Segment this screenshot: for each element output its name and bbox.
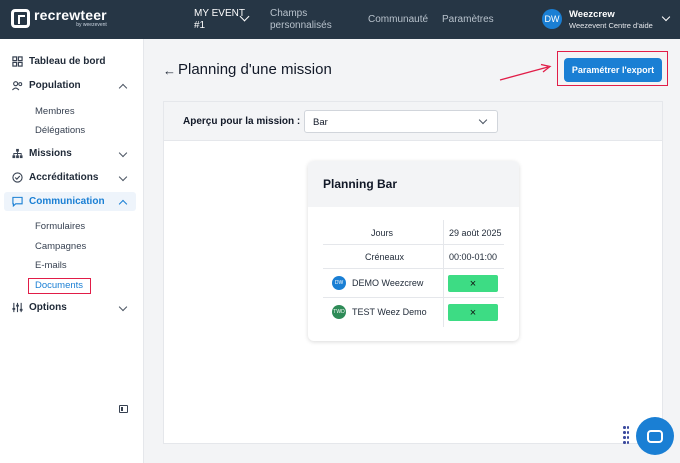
sidebar-item-communication[interactable]: Communication [12, 196, 105, 207]
chat-support-button[interactable] [636, 417, 674, 455]
sidebar-item-emails[interactable]: E-mails [35, 260, 67, 271]
brand-sub: by weezevent [76, 22, 107, 28]
event-selector[interactable]: MY EVENT #1 [194, 8, 245, 32]
drag-handle-icon[interactable] [623, 426, 629, 444]
chevron-down-icon[interactable] [661, 12, 671, 22]
table-row: DW DEMO Weezcrew × [323, 269, 504, 298]
documents-highlight-box [28, 278, 91, 294]
slot-assigned-cell[interactable]: × [448, 304, 498, 321]
back-arrow-icon[interactable]: ← [163, 63, 176, 78]
mission-select-value: Bar [313, 117, 328, 128]
logo-icon [11, 8, 30, 28]
sidebar-collapse-icon[interactable] [119, 405, 128, 413]
nav-parametres[interactable]: Paramètres [442, 14, 494, 26]
chevron-up-icon[interactable] [118, 83, 128, 93]
nav-champs-personnalises[interactable]: Champs personnalisés [270, 8, 332, 32]
member-name: TEST Weez Demo [352, 307, 427, 317]
preview-header: Aperçu pour la mission : Bar [164, 102, 662, 141]
sidebar-item-accreditations[interactable]: Accréditations [12, 172, 98, 183]
table-row-jours: Jours 29 août 2025 [323, 220, 504, 245]
table-row-creneaux: Créneaux 00:00-01:00 [323, 245, 504, 269]
event-number: #1 [194, 20, 206, 31]
user-org: Weezevent Centre d'aide [569, 21, 653, 30]
member-name: DEMO Weezcrew [352, 278, 424, 288]
sidebar-item-population[interactable]: Population [12, 80, 81, 91]
sidebar: Tableau de bord Population Membres Délég… [0, 39, 144, 463]
grid-icon [12, 56, 23, 67]
slot-assigned-cell[interactable]: × [448, 275, 498, 292]
brand-name: recrewteer [34, 7, 107, 23]
page-title: Planning d'une mission [178, 61, 332, 78]
preview-panel: Aperçu pour la mission : Bar Planning Ba… [163, 101, 663, 444]
check-circle-icon [12, 172, 23, 183]
hierarchy-icon [12, 148, 23, 159]
sidebar-item-membres[interactable]: Membres [35, 106, 75, 117]
sliders-icon [12, 302, 23, 313]
mission-label: Aperçu pour la mission : [183, 116, 301, 127]
event-name: MY EVENT [194, 8, 245, 19]
users-icon [12, 81, 23, 91]
top-bar: recrewteer by weezevent MY EVENT #1 Cham… [0, 0, 680, 39]
mission-select[interactable]: Bar [304, 110, 498, 133]
sidebar-item-options[interactable]: Options [12, 302, 67, 313]
planning-card-title: Planning Bar [323, 177, 398, 191]
creneaux-value: 00:00-01:00 [449, 252, 498, 262]
user-name[interactable]: Weezcrew [569, 9, 615, 20]
jours-label: Jours [371, 228, 394, 238]
planning-card: Planning Bar Jours 29 août 2025 Créneaux… [308, 161, 519, 341]
message-icon [12, 196, 23, 207]
avatar: TWD [332, 305, 346, 319]
creneaux-label: Créneaux [365, 252, 405, 262]
sidebar-item-missions[interactable]: Missions [12, 148, 72, 159]
chevron-down-icon[interactable] [118, 148, 128, 158]
planning-card-header: Planning Bar [308, 161, 519, 207]
annotation-arrow-icon [499, 63, 552, 81]
sidebar-item-dashboard[interactable]: Tableau de bord [12, 56, 106, 67]
chevron-down-icon[interactable] [118, 172, 128, 182]
user-avatar[interactable]: DW [542, 9, 562, 29]
sidebar-item-campagnes[interactable]: Campagnes [35, 241, 86, 252]
chat-icon [647, 429, 663, 443]
sidebar-item-delegations[interactable]: Délégations [35, 125, 85, 136]
chevron-down-icon[interactable] [118, 302, 128, 312]
brand-logo[interactable]: recrewteer by weezevent [11, 8, 107, 28]
avatar: DW [332, 276, 346, 290]
sidebar-item-formulaires[interactable]: Formulaires [35, 221, 85, 232]
table-row: TWD TEST Weez Demo × [323, 298, 504, 327]
jours-value: 29 août 2025 [449, 228, 502, 238]
export-settings-button[interactable]: Paramétrer l'export [564, 58, 662, 82]
nav-communaute[interactable]: Communauté [368, 14, 428, 26]
chevron-down-icon [478, 115, 488, 125]
